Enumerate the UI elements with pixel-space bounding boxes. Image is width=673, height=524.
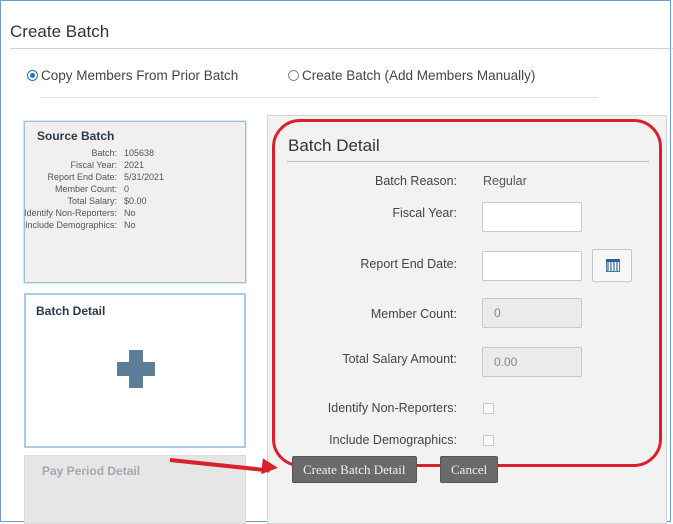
create-manually-radio[interactable] — [288, 70, 299, 81]
source-batch-row-value: No — [124, 208, 136, 218]
title-divider — [10, 48, 673, 49]
create-manually-option[interactable]: Create Batch (Add Members Manually) — [288, 68, 535, 83]
source-batch-row-value: 5/31/2021 — [124, 172, 165, 182]
copy-members-label: Copy Members From Prior Batch — [41, 68, 239, 83]
source-batch-card[interactable]: Source Batch Batch: 105638 Fiscal Year: 202… — [24, 121, 246, 283]
source-batch-row-label: Report End Date: — [47, 172, 117, 182]
pay-period-title: Pay Period Detail — [42, 464, 141, 478]
source-batch-row-value: No — [124, 220, 136, 230]
source-batch-row-value: 2021 — [124, 160, 145, 170]
source-batch-row-value: $0.00 — [124, 196, 147, 206]
create-manually-label: Create Batch (Add Members Manually) — [302, 68, 536, 83]
annotation-arrow-head — [261, 458, 279, 476]
source-batch-row-label: Total Salary: — [67, 196, 117, 206]
create-batch-detail-button[interactable]: Create Batch Detail — [292, 456, 417, 483]
source-batch-title: Source Batch — [37, 129, 115, 143]
source-batch-row-label: Batch: — [91, 148, 117, 158]
copy-members-option[interactable]: Copy Members From Prior Batch — [27, 68, 238, 83]
options-divider — [40, 97, 598, 98]
annotation-highlight-oval — [272, 119, 662, 467]
batch-detail-card-title: Batch Detail — [36, 304, 106, 318]
source-batch-row-label: Member Count: — [54, 184, 117, 194]
page-title: Create Batch — [10, 22, 110, 41]
copy-members-radio[interactable] — [27, 70, 38, 81]
source-batch-row-value: 0 — [124, 184, 130, 194]
source-batch-row-label: Fiscal Year: — [70, 160, 117, 170]
source-batch-row-label: Include Demographics: — [24, 220, 117, 230]
cancel-button[interactable]: Cancel — [440, 456, 499, 483]
batch-detail-card[interactable]: Batch Detail — [24, 293, 246, 448]
source-batch-row-value: 105638 — [124, 148, 155, 158]
source-batch-row-label: Identify Non-Reporters: — [23, 208, 117, 218]
